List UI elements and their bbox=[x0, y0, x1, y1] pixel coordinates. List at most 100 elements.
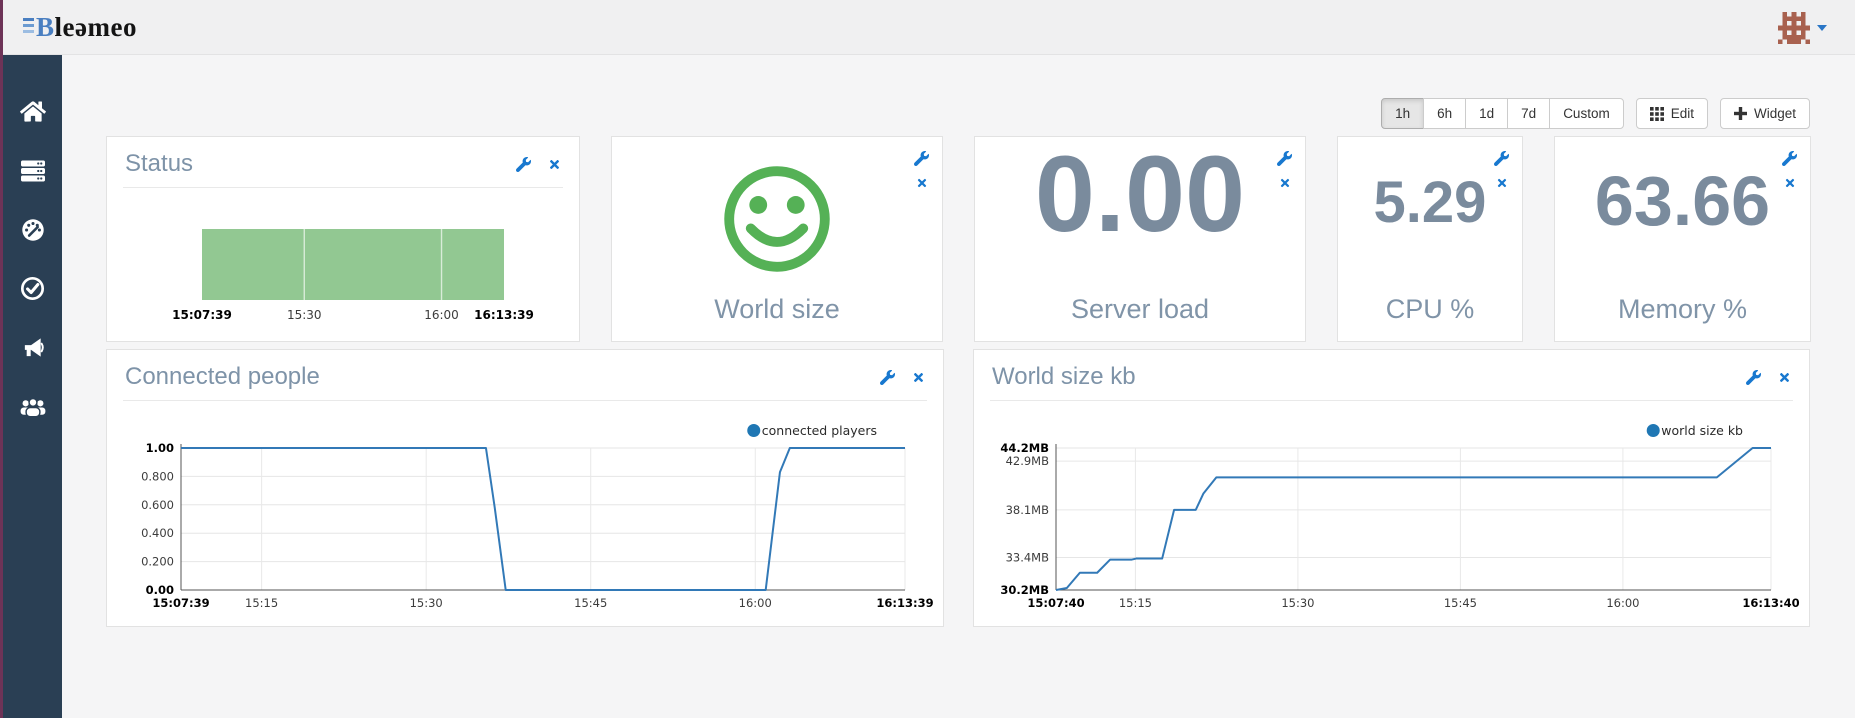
svg-text:0.200: 0.200 bbox=[141, 555, 174, 569]
svg-text:15:30: 15:30 bbox=[1281, 596, 1314, 610]
close-widget-icon[interactable] bbox=[912, 371, 925, 384]
metric-value: 0.00 bbox=[1034, 133, 1246, 254]
sidebar-item-dashboards[interactable] bbox=[3, 218, 62, 247]
user-menu-button[interactable] bbox=[1778, 11, 1827, 45]
range-button-1h[interactable]: 1h bbox=[1381, 98, 1425, 129]
svg-text:44.2MB: 44.2MB bbox=[1000, 441, 1049, 455]
configure-wrench-icon[interactable] bbox=[880, 369, 895, 385]
svg-text:15:15: 15:15 bbox=[1119, 596, 1152, 610]
grid-icon bbox=[1649, 106, 1664, 121]
sidebar-item-users[interactable] bbox=[3, 396, 62, 422]
widget-status: Status 15:07:39 15:30 16:00 16:13:39 bbox=[106, 136, 580, 342]
close-widget-icon[interactable] bbox=[1496, 177, 1508, 189]
configure-wrench-icon[interactable] bbox=[1782, 151, 1797, 166]
brand-logo-text: leəmeo bbox=[54, 12, 137, 42]
range-button-1d[interactable]: 1d bbox=[1465, 98, 1509, 129]
widget-cpu: 5.29 CPU % bbox=[1337, 136, 1523, 342]
svg-text:world size kb: world size kb bbox=[1661, 423, 1743, 438]
widget-label: CPU % bbox=[1385, 294, 1475, 324]
close-widget-icon[interactable] bbox=[1784, 177, 1796, 189]
metric-value: 63.66 bbox=[1594, 162, 1771, 240]
svg-text:16:13:39: 16:13:39 bbox=[876, 596, 933, 610]
widget-world-size-kb: World size kb 30.2MB 33.4MB 38.1MB 42.9MB 44… bbox=[973, 349, 1810, 627]
connected-people-chart: 0.00 0.200 0.400 0.600 0.800 1.00 15:07:39 15:1… bbox=[141, 423, 934, 610]
topbar: Bleəmeo bbox=[0, 0, 1855, 55]
world-size-kb-chart: 30.2MB 33.4MB 38.1MB 42.9MB44.2MB 15:07:40 15… bbox=[1000, 423, 1799, 610]
status-chart: 15:07:39 15:30 16:00 16:13:39 bbox=[172, 229, 534, 322]
chevron-down-icon bbox=[1817, 25, 1827, 31]
home-icon bbox=[19, 100, 46, 128]
widget-title: Status bbox=[125, 150, 194, 177]
close-widget-icon[interactable] bbox=[916, 177, 928, 189]
svg-text:0.400: 0.400 bbox=[141, 526, 174, 540]
svg-text:38.1MB: 38.1MB bbox=[1006, 503, 1050, 517]
edit-button-label: Edit bbox=[1670, 106, 1694, 121]
svg-text:16:00: 16:00 bbox=[739, 596, 772, 610]
smiley-happy-icon bbox=[717, 159, 837, 279]
svg-text:16:00: 16:00 bbox=[424, 308, 459, 322]
svg-text:15:07:40: 15:07:40 bbox=[1027, 596, 1084, 610]
widget-server-load: 0.00 Server load bbox=[974, 136, 1306, 342]
edit-button[interactable]: Edit bbox=[1635, 98, 1708, 129]
sidebar-item-servers[interactable] bbox=[3, 160, 62, 186]
brand-logo-b: B bbox=[23, 0, 55, 55]
widget-label: Server load bbox=[1070, 294, 1210, 324]
svg-text:15:30: 15:30 bbox=[410, 596, 443, 610]
svg-text:16:00: 16:00 bbox=[1606, 596, 1639, 610]
svg-text:1.00: 1.00 bbox=[146, 441, 174, 455]
brand-logo: Bleəmeo bbox=[23, 0, 137, 55]
widget-row-1: Status 15:07:39 15:30 16:00 16:13:39 Wor… bbox=[106, 136, 1811, 342]
configure-wrench-icon[interactable] bbox=[1494, 151, 1509, 166]
svg-text:0.800: 0.800 bbox=[141, 469, 174, 483]
widget-label: World size bbox=[714, 294, 840, 324]
sidebar-item-home[interactable] bbox=[3, 101, 62, 127]
widget-label: Memory % bbox=[1617, 294, 1747, 324]
range-button-custom[interactable]: Custom bbox=[1549, 98, 1624, 129]
check-circle-icon bbox=[20, 276, 45, 306]
widget-memory: 63.66 Memory % bbox=[1554, 136, 1811, 342]
server-icon bbox=[20, 159, 45, 188]
svg-text:connected players: connected players bbox=[762, 423, 877, 438]
widget-connected-people: Connected people 0.00 0.200 0.400 0.600 0.80… bbox=[106, 349, 944, 627]
configure-wrench-icon[interactable] bbox=[1277, 151, 1292, 166]
add-widget-button-label: Widget bbox=[1753, 106, 1796, 121]
add-widget-button[interactable]: Widget bbox=[1719, 98, 1810, 129]
sidebar bbox=[3, 55, 62, 718]
users-icon bbox=[19, 396, 47, 423]
svg-text:16:13:40: 16:13:40 bbox=[1742, 596, 1799, 610]
bullhorn-icon bbox=[20, 336, 46, 364]
close-widget-icon[interactable] bbox=[1778, 371, 1791, 384]
svg-text:15:45: 15:45 bbox=[574, 596, 607, 610]
range-button-7d[interactable]: 7d bbox=[1507, 98, 1551, 129]
configure-wrench-icon[interactable] bbox=[1746, 369, 1761, 385]
svg-text:0.00: 0.00 bbox=[146, 583, 174, 597]
edge-strip bbox=[0, 0, 3, 718]
toolbar: 1h 6h 1d 7d Custom Edit Widget bbox=[1381, 98, 1810, 129]
widget-row-2: Connected people 0.00 0.200 0.400 0.600 0.80… bbox=[106, 349, 1810, 627]
time-range-group: 1h 6h 1d 7d Custom bbox=[1381, 98, 1624, 129]
sidebar-item-announcements[interactable] bbox=[3, 337, 62, 363]
close-widget-icon[interactable] bbox=[1279, 177, 1291, 189]
svg-text:30.2MB: 30.2MB bbox=[1000, 583, 1049, 597]
widget-world-size: World size bbox=[611, 136, 943, 342]
svg-text:0.600: 0.600 bbox=[141, 498, 174, 512]
avatar-identicon bbox=[1778, 12, 1810, 44]
metric-value: 5.29 bbox=[1373, 170, 1487, 235]
svg-text:15:15: 15:15 bbox=[245, 596, 278, 610]
range-button-6h[interactable]: 6h bbox=[1423, 98, 1467, 129]
configure-wrench-icon[interactable] bbox=[516, 156, 531, 172]
svg-text:33.4MB: 33.4MB bbox=[1006, 551, 1050, 565]
svg-text:15:30: 15:30 bbox=[287, 308, 322, 322]
svg-text:42.9MB: 42.9MB bbox=[1006, 454, 1050, 468]
configure-wrench-icon[interactable] bbox=[914, 151, 929, 166]
svg-text:15:07:39: 15:07:39 bbox=[172, 308, 232, 322]
widget-title: World size kb bbox=[992, 363, 1136, 390]
svg-text:15:45: 15:45 bbox=[1444, 596, 1477, 610]
svg-text:15:07:39: 15:07:39 bbox=[152, 596, 209, 610]
sidebar-item-checks[interactable] bbox=[3, 276, 62, 306]
close-widget-icon[interactable] bbox=[548, 158, 561, 171]
widget-title: Connected people bbox=[125, 363, 320, 390]
plus-icon bbox=[1733, 107, 1747, 120]
svg-text:16:13:39: 16:13:39 bbox=[474, 308, 534, 322]
gauge-icon bbox=[20, 218, 46, 247]
